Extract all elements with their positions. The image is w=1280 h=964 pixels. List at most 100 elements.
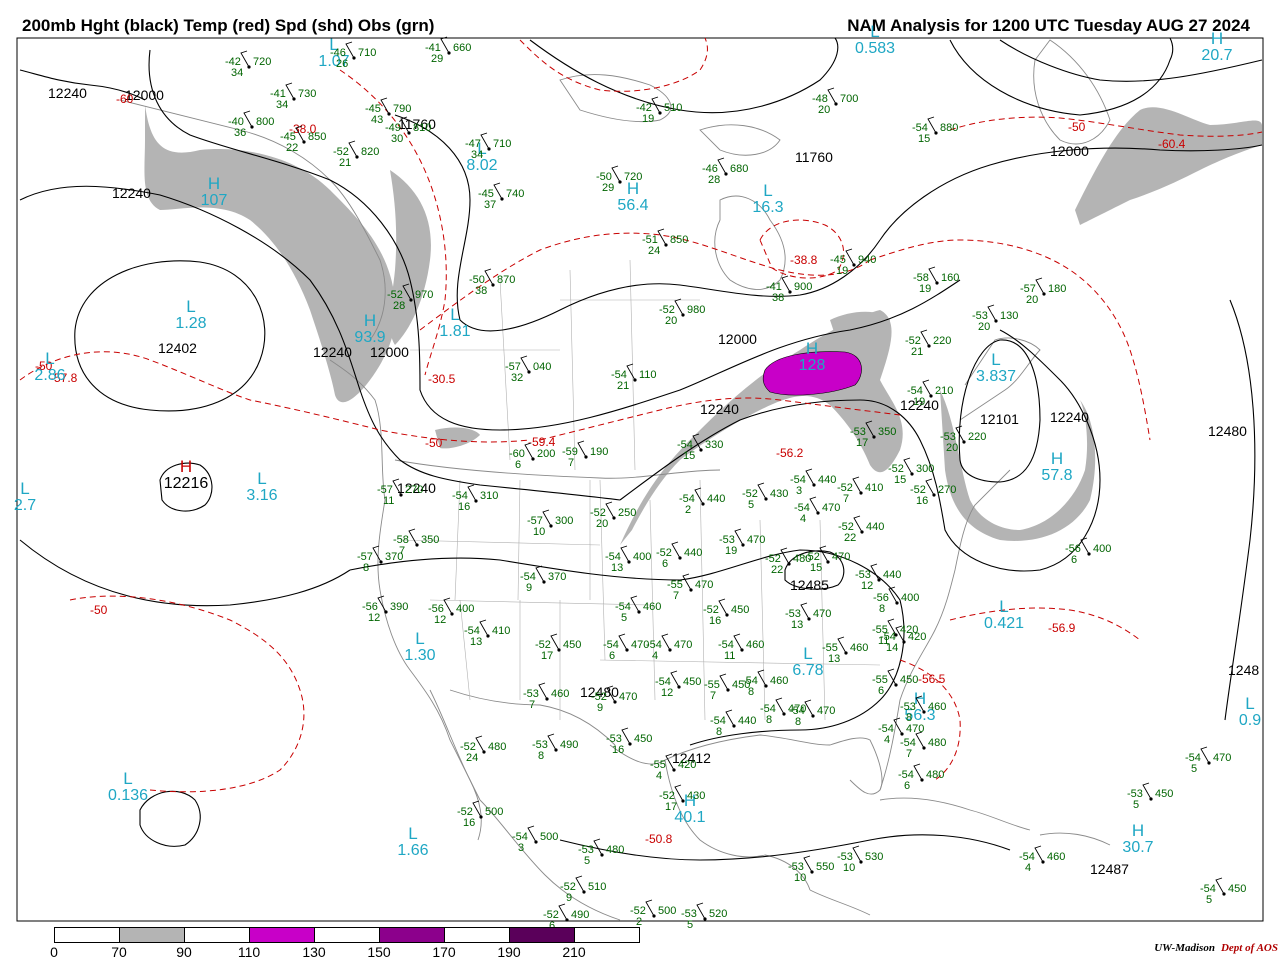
legend-tick-label: 70	[111, 944, 127, 960]
obs-dewpoint-depression: 14	[886, 642, 898, 654]
obs-height: 940	[858, 254, 876, 266]
center-value: 107	[201, 192, 228, 209]
obs-dewpoint-depression: 6	[515, 459, 521, 471]
obs-dewpoint-depression: 7	[568, 457, 574, 469]
center-value: 0.136	[108, 787, 148, 804]
obs-dewpoint-depression: 19	[913, 396, 925, 408]
obs-dewpoint-depression: 24	[466, 752, 478, 764]
obs-dewpoint-depression: 11	[383, 495, 394, 507]
obs-height: 300	[555, 515, 573, 527]
obs-height: 470	[822, 502, 840, 514]
obs-dewpoint-depression: 12	[368, 612, 380, 624]
obs-height: 870	[497, 274, 515, 286]
obs-height: 370	[385, 551, 403, 563]
wind-speed-legend	[54, 927, 640, 943]
obs-dewpoint-depression: 16	[709, 615, 721, 627]
high-center: H20.7	[1201, 29, 1232, 64]
obs-dewpoint-depression: 15	[918, 133, 930, 145]
obs-dewpoint-depression: 8	[716, 726, 722, 738]
temperature-contour-label: -56.9	[1048, 621, 1076, 635]
obs-dewpoint-depression: 16	[458, 501, 470, 513]
obs-height: 460	[643, 601, 661, 613]
height-contour-label: 12000	[1050, 143, 1089, 159]
obs-height: 450	[563, 639, 581, 651]
obs-dewpoint-depression: 19	[919, 283, 931, 295]
obs-dewpoint-depression: 16	[916, 495, 928, 507]
obs-height: 390	[390, 601, 408, 613]
center-value: 57.8	[1041, 467, 1072, 484]
legend-bin	[250, 928, 315, 942]
obs-height: 190	[590, 446, 608, 458]
center-value: 1.81	[439, 323, 470, 340]
obs-height: 470	[1213, 752, 1231, 764]
obs-height: 470	[817, 705, 835, 717]
obs-dewpoint-depression: 5	[1133, 799, 1139, 811]
obs-dewpoint-depression: 26	[336, 58, 348, 70]
obs-dewpoint-depression: 7	[529, 699, 535, 711]
center-letter: H	[1132, 821, 1144, 840]
obs-height: 980	[687, 304, 705, 316]
obs-height: 480	[488, 741, 506, 753]
obs-height: 350	[878, 426, 896, 438]
obs-height: 110	[639, 369, 657, 381]
obs-dewpoint-depression: 12	[434, 614, 446, 626]
obs-dewpoint-depression: 16	[612, 744, 624, 756]
obs-height: 310	[480, 490, 498, 502]
temperature-contour-label: -60.4	[1158, 137, 1186, 151]
weather-map: 12240 12000 12240 12402 12240 12000 11760 11 7 6 0…	[14, 22, 1264, 932]
obs-height: 500	[658, 905, 676, 917]
obs-dewpoint-depression: 20	[665, 315, 677, 327]
obs-height: 470	[906, 723, 924, 735]
center-letter: L	[1245, 694, 1254, 713]
obs-dewpoint-depression: 4	[1025, 862, 1031, 874]
obs-dewpoint-depression: 9	[597, 702, 603, 714]
obs-height: 510	[664, 102, 682, 114]
center-value: 2.86	[34, 367, 65, 384]
obs-dewpoint-depression: 22	[286, 142, 298, 154]
obs-height: 270	[938, 484, 956, 496]
obs-height: 300	[916, 463, 934, 475]
obs-height: 470	[813, 608, 831, 620]
obs-height: 430	[687, 790, 705, 802]
obs-dewpoint-depression: 22	[771, 564, 783, 576]
center-value: 0.9	[1239, 712, 1261, 729]
obs-height: 790	[393, 103, 411, 115]
obs-height: 530	[865, 851, 883, 863]
obs-height: 410	[492, 625, 510, 637]
obs-dewpoint-depression: 21	[339, 157, 351, 169]
center-letter: H	[208, 174, 220, 193]
obs-height: 710	[493, 138, 511, 150]
obs-height: 210	[935, 385, 953, 397]
temperature-contour-label: -50.8	[645, 832, 673, 846]
obs-dewpoint-depression: 8	[538, 750, 544, 762]
height-contour-label: 12240	[313, 344, 352, 360]
obs-height: 820	[361, 146, 379, 158]
obs-height: 460	[770, 675, 788, 687]
wind-speed-legend-labels: 0 70 90 110 130 150 170 190 210	[0, 944, 700, 964]
obs-dewpoint-depression: 10	[843, 862, 855, 874]
obs-height: 550	[816, 861, 834, 873]
obs-dewpoint-depression: 9	[566, 892, 572, 904]
height-contour-label: 12240	[700, 401, 739, 417]
obs-dewpoint-depression: 16	[463, 817, 475, 829]
center-value: 0.421	[984, 615, 1024, 632]
obs-dewpoint-depression: 10	[533, 526, 545, 538]
height-contour-label: 12402	[158, 340, 197, 356]
obs-dewpoint-depression: 15	[894, 474, 906, 486]
obs-height: 490	[560, 739, 578, 751]
obs-dewpoint-depression: 6	[662, 558, 668, 570]
obs-dewpoint-depression: 8	[795, 716, 801, 728]
obs-height: 420	[678, 759, 696, 771]
obs-dewpoint-depression: 13	[611, 562, 623, 574]
obs-dewpoint-depression: 20	[818, 104, 830, 116]
obs-dewpoint-depression: 13	[828, 653, 840, 665]
legend-bin	[55, 928, 120, 942]
obs-dewpoint-depression: 11	[724, 650, 735, 662]
obs-height: 440	[738, 715, 756, 727]
height-contour-label: 12101	[980, 411, 1019, 427]
obs-height: 490	[571, 909, 589, 921]
obs-dewpoint-depression: 6	[609, 650, 615, 662]
obs-dewpoint-depression: 22	[844, 532, 856, 544]
obs-dewpoint-depression: 17	[856, 437, 868, 449]
temperature-contour-label: -56.5	[918, 672, 946, 686]
